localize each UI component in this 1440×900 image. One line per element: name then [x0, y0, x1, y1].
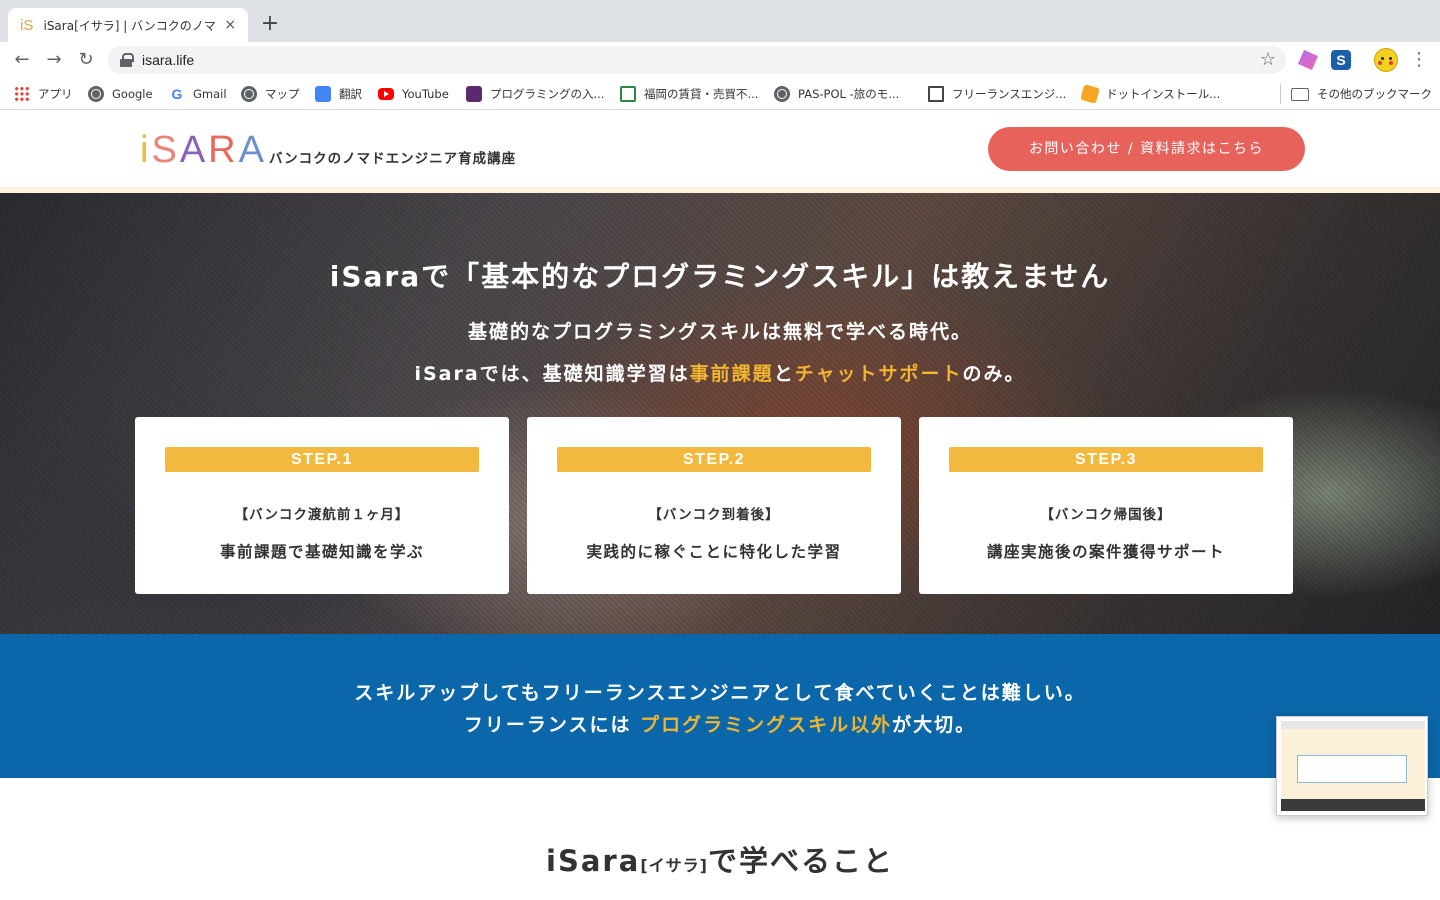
step-card-1: STEP.1 【バンコク渡航前１ヶ月】 事前課題で基礎知識を学ぶ: [135, 417, 509, 594]
highlight-prework: 事前課題: [689, 363, 774, 385]
step-badge: STEP.2: [557, 447, 871, 472]
step-card-3: STEP.3 【バンコク帰国後】 講座実施後の案件獲得サポート: [919, 417, 1293, 594]
new-tab-button[interactable]: +: [258, 12, 282, 36]
hero-text: iSaraでは、基礎知識学習は: [414, 363, 690, 385]
bookmark-google[interactable]: Google: [88, 85, 153, 103]
step-description: 事前課題で基礎知識を学ぶ: [219, 543, 424, 561]
hero-text: と: [773, 363, 795, 385]
bookmark-other[interactable]: その他のブックマーク: [1291, 85, 1432, 103]
bookmark-paspol[interactable]: PAS-POL -旅のモ...: [774, 85, 899, 103]
dotinstall-icon: [1080, 84, 1100, 104]
step-description: 講座実施後の案件獲得サポート: [986, 543, 1225, 561]
forward-button[interactable]: →: [42, 48, 66, 72]
folder-icon: [1291, 87, 1309, 101]
globe-icon: [241, 86, 257, 102]
progate-icon: [466, 86, 482, 102]
bookmark-label: Google: [112, 87, 153, 101]
hero-text: のみ。: [962, 363, 1026, 385]
band-text: が大切。: [892, 714, 977, 736]
isara-favicon-icon: iS: [20, 16, 34, 34]
bookmark-label: アプリ: [38, 87, 73, 101]
highlight-chat-support: チャットサポート: [794, 363, 963, 385]
step-card-2: STEP.2 【バンコク到着後】 実践的に稼ぐことに特化した学習: [527, 417, 901, 594]
extension-s-icon[interactable]: S: [1331, 50, 1351, 70]
tab-title: iSara[イサラ] | バンコクのノマドエンジニア育成講座: [43, 18, 216, 33]
tab-strip: iS iSara[イサラ] | バンコクのノマドエンジニア育成講座 × +: [0, 0, 1440, 42]
bookmark-label: その他のブックマーク: [1317, 87, 1432, 101]
hero-subtitle-line2: iSaraでは、基礎知識学習は事前課題とチャットサポートのみ。: [0, 359, 1440, 386]
bookmark-dotinstall[interactable]: ドットインストール...: [1080, 84, 1221, 104]
bookmark-label: ドットインストール...: [1106, 87, 1221, 101]
bookmark-maps[interactable]: マップ: [241, 85, 300, 103]
google-g-icon: G: [171, 86, 183, 102]
tab-close-icon[interactable]: ×: [222, 17, 238, 33]
bookmark-label: 福岡の賃貸・売買不...: [644, 87, 759, 101]
extension-icon[interactable]: [1298, 50, 1318, 70]
bookmark-apps[interactable]: アプリ: [14, 85, 73, 103]
bookmarks-bar: アプリ Google G Gmail マップ 翻訳 YouTube プログラミン…: [0, 78, 1440, 110]
hero-title: iSaraで「基本的なプログラミングスキル」は教えません: [329, 260, 1111, 293]
globe-icon: [774, 86, 790, 102]
bookmark-freelance[interactable]: フリーランスエンジ...: [928, 85, 1066, 103]
youtube-icon: [378, 88, 394, 100]
bookmark-label: Gmail: [193, 87, 227, 101]
bookmark-youtube[interactable]: YouTube: [378, 85, 449, 103]
bookmark-translate[interactable]: 翻訳: [315, 85, 362, 103]
step-timing: 【バンコク渡航前１ヶ月】: [234, 507, 410, 523]
thumbnail-footer: [1281, 799, 1425, 811]
learn-section-heading: iSara[イサラ]で学べること: [0, 838, 1440, 880]
apps-grid-icon: [14, 86, 30, 102]
screenshot-thumbnail[interactable]: [1276, 716, 1428, 816]
bookmarks-divider: [1280, 84, 1281, 104]
lock-icon: [120, 53, 134, 67]
bookmark-label: マップ: [265, 87, 300, 101]
address-bar[interactable]: isara.life ☆: [108, 46, 1286, 74]
band-text: フリーランスには: [463, 714, 641, 736]
bookmark-gmail[interactable]: G Gmail: [169, 85, 227, 103]
translate-icon: [315, 86, 331, 102]
band-text-line2: フリーランスには プログラミングスキル以外が大切。: [0, 710, 1440, 737]
bookmark-label: PAS-POL -旅のモ...: [798, 87, 900, 101]
bookmark-programming[interactable]: プログラミングの入...: [466, 85, 604, 103]
house-icon: [928, 86, 944, 102]
heading-text: iSara: [546, 844, 641, 878]
heading-reading: [イサラ]: [640, 856, 708, 875]
step-description: 実践的に稼ぐことに特化した学習: [586, 543, 842, 561]
step-badge: STEP.3: [949, 447, 1263, 472]
step-badge: STEP.1: [165, 447, 479, 472]
profile-avatar[interactable]: [1374, 48, 1398, 72]
message-band: スキルアップしてもフリーランスエンジニアとして食べていくことは難しい。 フリーラ…: [0, 634, 1440, 778]
bookmark-label: YouTube: [402, 87, 449, 101]
back-button[interactable]: ←: [10, 48, 34, 72]
step-timing: 【バンコク帰国後】: [1040, 507, 1172, 523]
bookmark-label: プログラミングの入...: [490, 87, 605, 101]
house-icon: [620, 86, 636, 102]
bookmark-label: フリーランスエンジ...: [952, 87, 1067, 101]
url-text[interactable]: isara.life: [142, 52, 194, 68]
bookmark-fukuoka[interactable]: 福岡の賃貸・売買不...: [620, 85, 758, 103]
site-header: iSARA バンコクのノマドエンジニア育成講座 お問い合わせ / 資料請求はこち…: [0, 111, 1440, 187]
thumbnail-chrome: [1281, 721, 1425, 729]
highlight-non-programming: プログラミングスキル以外: [640, 714, 893, 736]
site-tagline: バンコクのノマドエンジニア育成講座: [269, 151, 517, 167]
band-text-line1: スキルアップしてもフリーランスエンジニアとして食べていくことは難しい。: [354, 682, 1086, 704]
step-timing: 【バンコク到着後】: [648, 507, 780, 523]
browser-toolbar: ← → ↻ isara.life ☆ S ⋮: [0, 42, 1440, 78]
reload-button[interactable]: ↻: [74, 48, 98, 72]
bookmark-star-icon[interactable]: ☆: [1260, 49, 1276, 70]
heading-text: で学べること: [707, 844, 894, 878]
thumbnail-card: [1297, 755, 1407, 783]
browser-tab[interactable]: iS iSara[イサラ] | バンコクのノマドエンジニア育成講座 ×: [8, 8, 248, 42]
isara-logo[interactable]: iSARA: [140, 129, 267, 172]
browser-menu-icon[interactable]: ⋮: [1410, 48, 1428, 72]
hero-section: iSaraで「基本的なプログラミングスキル」は教えません 基礎的なプログラミング…: [0, 193, 1440, 634]
globe-icon: [88, 86, 104, 102]
hero-subtitle-line1: 基礎的なプログラミングスキルは無料で学べる時代。: [467, 321, 972, 343]
contact-cta-button[interactable]: お問い合わせ / 資料請求はこちら: [988, 127, 1305, 171]
bookmark-label: 翻訳: [339, 87, 362, 101]
